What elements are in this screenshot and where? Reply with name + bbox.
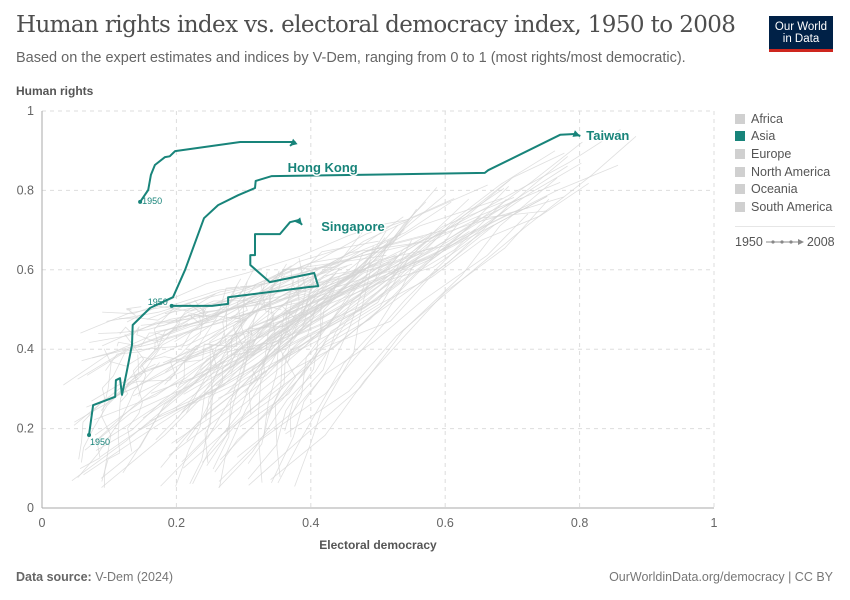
legend-swatch [735, 201, 745, 212]
y-tick-label: 1 [27, 104, 34, 118]
y-tick-label: 0.6 [17, 263, 34, 277]
legend-divider [735, 225, 835, 227]
legend-swatch [735, 131, 745, 142]
x-tick-label: 0.8 [571, 516, 588, 530]
series-label-taiwan: Taiwan [586, 128, 629, 143]
x-tick-label: 1 [711, 516, 718, 530]
legend-swatch [735, 113, 745, 124]
legend-item-south-america[interactable]: South America [735, 198, 835, 216]
legend-label: Oceania [751, 182, 798, 197]
y-tick-label: 0.8 [17, 183, 34, 197]
x-tick-label: 0.6 [437, 516, 454, 530]
end-arrow-singapore [294, 217, 303, 225]
background-trajectory [106, 184, 488, 439]
y-tick-label: 0.4 [17, 342, 34, 356]
legend-label: Asia [751, 129, 776, 144]
background-trajectory [250, 141, 583, 385]
timeline-end: 2008 [806, 234, 835, 249]
source-label: Data source: [16, 570, 92, 584]
legend: Africa Asia Europe North America Oceania Sout… [735, 110, 835, 249]
legend-swatch [735, 166, 745, 177]
chart-plot: 0 0.2 0.4 0.6 0.8 1 0 0.2 0.4 0.6 0.8 1 1950 Taiwan 1… [17, 104, 718, 530]
legend-item-north-america[interactable]: North America [735, 163, 835, 181]
start-year-label-hong-kong: 1950 [142, 196, 162, 206]
footer-link[interactable]: OurWorldinData.org/democracy | CC BY [609, 570, 833, 584]
timeline-start: 1950 [735, 234, 763, 249]
legend-item-africa[interactable]: Africa [735, 110, 835, 128]
legend-label: South America [751, 199, 833, 214]
timeline-legend: 1950 2008 [735, 235, 835, 249]
start-year-label-singapore: 1950 [148, 297, 168, 307]
timeline-arrow-icon [765, 238, 804, 245]
legend-item-europe[interactable]: Europe [735, 145, 835, 163]
x-axis-title: Electoral democracy [319, 538, 437, 552]
legend-label: North America [751, 164, 831, 179]
y-tick-label: 0 [27, 501, 34, 515]
x-tick-label: 0.4 [302, 516, 319, 530]
grid [42, 110, 715, 508]
start-point-singapore [169, 303, 174, 308]
x-tick-label: 0 [39, 516, 46, 530]
series-label-singapore: Singapore [321, 219, 385, 234]
legend-item-asia[interactable]: Asia [735, 128, 835, 146]
legend-swatch [735, 184, 745, 195]
y-tick-label: 0.2 [17, 422, 34, 436]
x-tick-label: 0.2 [168, 516, 185, 530]
legend-item-oceania[interactable]: Oceania [735, 180, 835, 198]
start-year-label-taiwan: 1950 [90, 437, 110, 447]
trajectory-hong-kong [139, 141, 296, 203]
source-value[interactable]: V-Dem (2024) [95, 570, 173, 584]
legend-label: Europe [751, 146, 792, 161]
data-source: Data source: V-Dem (2024) [16, 570, 173, 584]
legend-label: Africa [751, 111, 783, 126]
legend-swatch [735, 148, 745, 159]
series-label-hong-kong: Hong Kong [288, 160, 358, 175]
